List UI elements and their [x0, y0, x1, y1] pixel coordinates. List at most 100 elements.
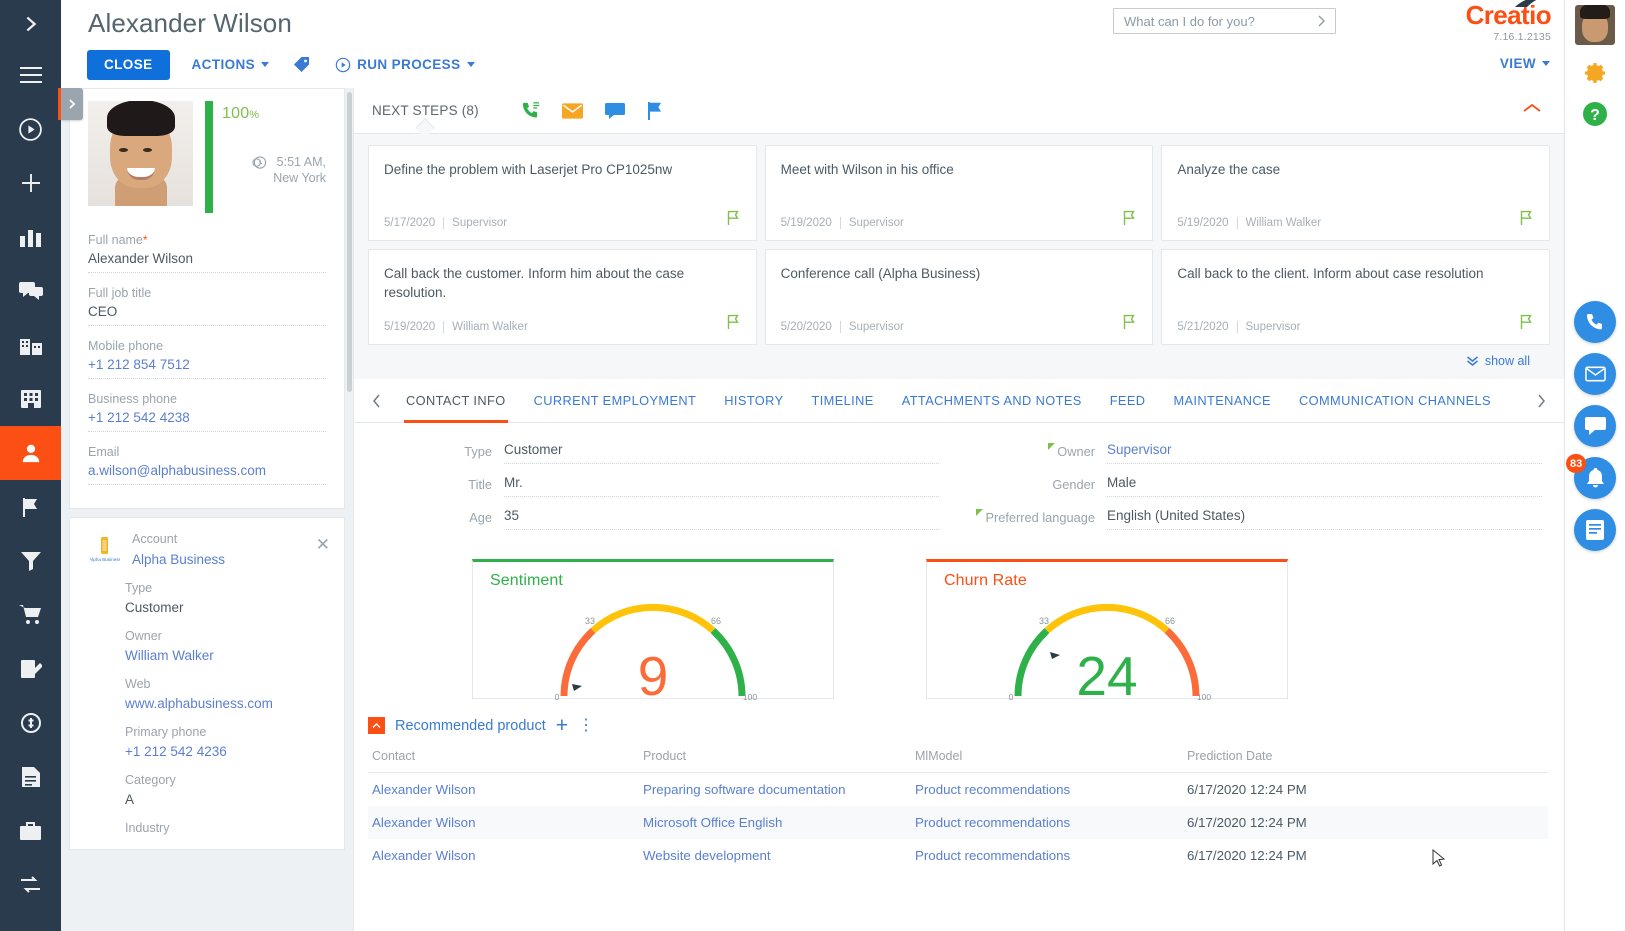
next-step-card[interactable]: Call back to the client. Inform about ca… [1161, 249, 1550, 345]
field-value[interactable]: English (United States) [1107, 508, 1542, 530]
next-step-card[interactable]: Define the problem with Laserjet Pro CP1… [368, 145, 757, 241]
flag-icon[interactable] [727, 314, 740, 334]
add-recommended-product-icon[interactable]: + [556, 715, 568, 736]
briefcase-icon[interactable] [0, 804, 61, 858]
bar-chart-icon[interactable] [0, 210, 61, 264]
next-step-card[interactable]: Call back the customer. Inform him about… [368, 249, 757, 345]
next-step-card[interactable]: Meet with Wilson in his office 5/19/2020… [764, 145, 1154, 241]
tab-attachments-and-notes[interactable]: ATTACHMENTS AND NOTES [888, 379, 1096, 423]
tag-icon[interactable] [293, 56, 311, 74]
expand-menu-icon[interactable] [0, 0, 61, 48]
flag-icon[interactable] [1123, 210, 1136, 230]
tab-communication-channels[interactable]: COMMUNICATION CHANNELS [1285, 379, 1505, 423]
email-button[interactable] [1574, 353, 1616, 395]
avatar[interactable] [1575, 5, 1615, 45]
chat-button[interactable] [1574, 405, 1616, 447]
flag-icon[interactable] [727, 210, 740, 230]
field-value[interactable]: Customer [504, 442, 939, 464]
show-all-button[interactable]: show all [368, 345, 1550, 377]
cell-contact[interactable]: Alexander Wilson [368, 773, 643, 807]
plus-icon[interactable] [0, 156, 61, 210]
tab-timeline[interactable]: TIMELINE [798, 379, 888, 423]
field-value[interactable]: +1 212 542 4238 [88, 410, 326, 432]
cell-contact[interactable]: Alexander Wilson [368, 806, 643, 839]
field-value[interactable]: Alexander Wilson [88, 251, 326, 273]
field-value[interactable]: CEO [88, 304, 326, 326]
field-value[interactable]: www.alphabusiness.com [125, 696, 328, 711]
search-input[interactable] [1124, 13, 1316, 29]
cell-product[interactable]: Website development [643, 839, 915, 872]
field-value[interactable]: a.wilson@alphabusiness.com [88, 463, 326, 485]
panel-collapse-handle[interactable] [58, 88, 83, 120]
column-header-contact[interactable]: Contact [368, 749, 643, 773]
call-icon[interactable] [521, 101, 540, 120]
search-box[interactable] [1113, 8, 1336, 34]
comments-icon[interactable] [0, 264, 61, 318]
table-row[interactable]: Alexander Wilson Website development Pro… [368, 839, 1548, 872]
close-icon[interactable]: ✕ [316, 536, 330, 553]
cell-mlmodel[interactable]: Product recommendations [915, 839, 1187, 872]
email-icon[interactable] [561, 102, 583, 119]
flag-icon[interactable] [647, 101, 664, 120]
actions-menu-button[interactable]: ACTIONS [192, 57, 270, 72]
column-header-product[interactable]: Product [643, 749, 915, 773]
flag-icon[interactable] [1520, 314, 1533, 334]
cell-mlmodel[interactable]: Product recommendations [915, 806, 1187, 839]
table-row[interactable]: Alexander Wilson Microsoft Office Englis… [368, 806, 1548, 839]
next-step-card[interactable]: Conference call (Alpha Business) 5/20/20… [764, 249, 1154, 345]
notes-button[interactable] [1574, 509, 1616, 551]
flag-icon[interactable] [1520, 210, 1533, 230]
recommended-product-title[interactable]: Recommended product [395, 718, 546, 734]
account-name-link[interactable]: Alpha Business [132, 552, 225, 567]
contact-photo[interactable] [88, 101, 193, 206]
cart-icon[interactable] [0, 588, 61, 642]
recommended-product-menu-icon[interactable]: ⋮ [578, 717, 594, 734]
profile-scrollbar[interactable] [347, 92, 352, 392]
help-icon[interactable]: ? [1581, 100, 1609, 133]
field-value[interactable]: +1 212 854 7512 [88, 357, 326, 379]
close-button[interactable]: CLOSE [87, 50, 170, 80]
building-icon[interactable] [0, 318, 61, 372]
chevron-right-icon[interactable] [1316, 14, 1328, 28]
field-value[interactable]: Supervisor [1107, 442, 1542, 464]
tab-contact-info[interactable]: CONTACT INFO [392, 379, 520, 423]
field-value[interactable]: Male [1107, 475, 1542, 497]
tab-history[interactable]: HISTORY [710, 379, 797, 423]
tab-feed[interactable]: FEED [1096, 379, 1160, 423]
column-header-mlmodel[interactable]: MlModel [915, 749, 1187, 773]
cell-mlmodel[interactable]: Product recommendations [915, 773, 1187, 807]
table-row[interactable]: Alexander Wilson Preparing software docu… [368, 773, 1548, 807]
flag-icon[interactable] [0, 480, 61, 534]
cell-contact[interactable]: Alexander Wilson [368, 839, 643, 872]
view-menu-button[interactable]: VIEW [1500, 56, 1550, 71]
run-process-button[interactable]: RUN PROCESS [335, 57, 475, 73]
play-circle-icon[interactable] [0, 102, 61, 156]
field-value[interactable]: Mr. [504, 475, 939, 497]
call-button[interactable] [1574, 301, 1616, 343]
tabs-scroll-right-icon[interactable] [1526, 394, 1556, 408]
next-step-card[interactable]: Analyze the case 5/19/2020 William Walke… [1161, 145, 1550, 241]
sidebar-item-contacts[interactable] [0, 426, 61, 480]
column-header-prediction-date[interactable]: Prediction Date [1187, 749, 1548, 773]
coin-icon[interactable] [0, 696, 61, 750]
edit-doc-icon[interactable] [0, 642, 61, 696]
field-value[interactable]: 35 [504, 508, 939, 530]
message-icon[interactable] [604, 102, 625, 119]
cell-product[interactable]: Preparing software documentation [643, 773, 915, 807]
tab-current-employment[interactable]: CURRENT EMPLOYMENT [520, 379, 711, 423]
flag-icon[interactable] [1123, 314, 1136, 334]
tabs-scroll-left-icon[interactable] [362, 394, 392, 408]
document-icon[interactable] [0, 750, 61, 804]
process-icon[interactable] [0, 858, 61, 912]
office-icon[interactable] [0, 372, 61, 426]
hamburger-icon[interactable] [0, 48, 61, 102]
collapse-next-steps-icon[interactable] [1522, 102, 1542, 120]
field-value[interactable]: +1 212 542 4236 [125, 744, 328, 759]
field-value[interactable]: William Walker [125, 648, 328, 663]
tab-maintenance[interactable]: MAINTENANCE [1159, 379, 1285, 423]
funnel-icon[interactable] [0, 534, 61, 588]
gear-icon[interactable] [1581, 59, 1609, 92]
notifications-button[interactable]: 83 [1566, 454, 1616, 499]
collapse-recommended-product-icon[interactable] [368, 717, 385, 734]
cell-product[interactable]: Microsoft Office English [643, 806, 915, 839]
